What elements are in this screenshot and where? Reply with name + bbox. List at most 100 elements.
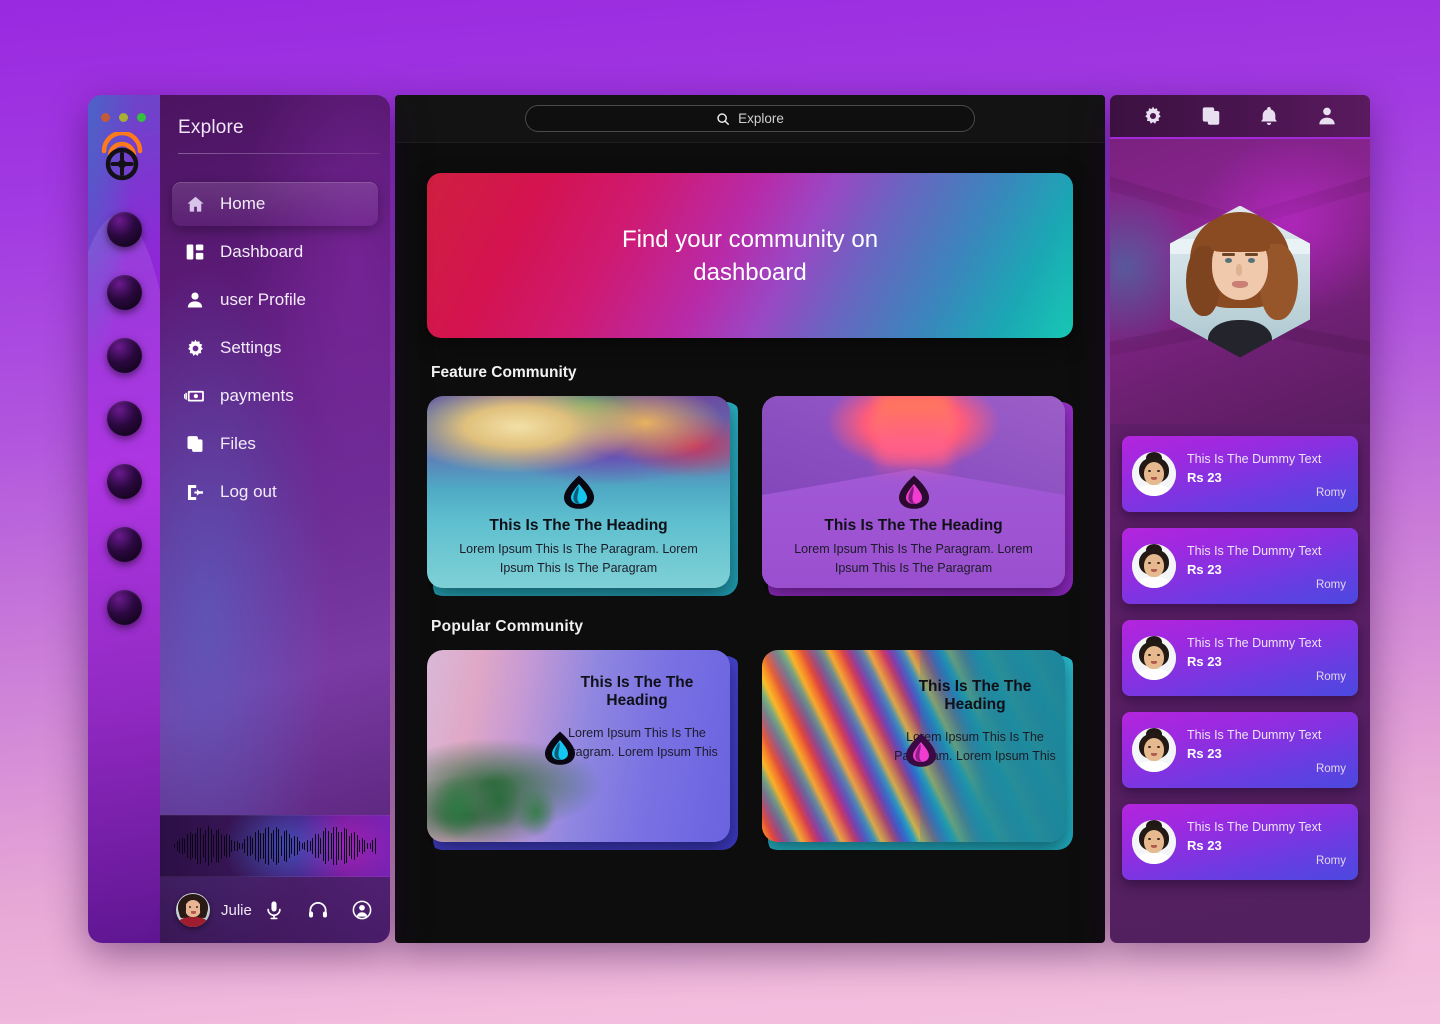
community-card[interactable]: This Is The The Heading Lorem Ipsum This… (427, 396, 738, 596)
waveform-bar (213, 835, 214, 857)
rail-dot[interactable] (106, 590, 142, 625)
waveform-bar (265, 827, 266, 865)
waveform-bar (226, 833, 227, 859)
waveform-bar (348, 835, 350, 857)
waveform-bar (275, 826, 277, 866)
waveform-bar (294, 836, 295, 856)
divider (178, 153, 380, 154)
sidebar-item-files[interactable]: Files (172, 422, 378, 466)
waveform-bar (320, 837, 321, 855)
headphones-icon[interactable] (307, 899, 329, 921)
waveform-bar (364, 839, 366, 853)
waveform-bar (262, 833, 264, 859)
home-icon (184, 193, 206, 215)
waveform-bar (361, 838, 363, 854)
community-badge-magenta-icon (897, 474, 931, 510)
card-description: Lorem Ipsum This Is The Paragram. Lorem … (794, 542, 1033, 575)
sidebar-item-label: Dashboard (220, 242, 304, 261)
search-input[interactable]: Explore (525, 105, 975, 132)
list-item[interactable]: This Is The Dummy Text Rs 23 Romy (1122, 712, 1358, 788)
waveform-bar (273, 830, 274, 862)
rail-dot[interactable] (106, 338, 142, 373)
top-bar: Explore (395, 95, 1105, 143)
item-title: This Is The Dummy Text (1187, 544, 1322, 558)
list-item[interactable]: This Is The Dummy Text Rs 23 Romy (1122, 620, 1358, 696)
waveform-bar (200, 828, 201, 864)
waveform-bar (280, 835, 282, 857)
list-item[interactable]: This Is The Dummy Text Rs 23 Romy (1122, 528, 1358, 604)
hero-banner: Find your community on dashboard (427, 173, 1073, 338)
sidebar-panel: Explore Home Dashboard user Profile Sett… (160, 95, 390, 943)
avatar (1132, 820, 1176, 864)
community-card[interactable]: This Is The The Heading Lorem Ipsum This… (762, 650, 1073, 850)
person-icon[interactable] (1316, 105, 1338, 127)
profile-hero (1110, 139, 1370, 424)
card-heading: This Is The The Heading (489, 517, 668, 534)
sidebar-item-logout[interactable]: Log out (172, 470, 378, 514)
gear-icon (184, 337, 206, 359)
avatar (1132, 636, 1176, 680)
rail-dot[interactable] (106, 212, 142, 247)
copy-icon[interactable] (1200, 105, 1222, 127)
microphone-icon[interactable] (263, 899, 285, 921)
list-item[interactable]: This Is The Dummy Text Rs 23 Romy (1122, 436, 1358, 512)
gear-icon[interactable] (1142, 105, 1164, 127)
waveform-bar (288, 834, 290, 858)
waveform-bar (359, 840, 360, 852)
logout-icon (184, 481, 206, 503)
app-window: Explore Home Dashboard user Profile Sett… (88, 95, 1370, 943)
rail-dot[interactable] (106, 401, 142, 436)
waveform-bar (291, 838, 293, 854)
window-traffic-lights[interactable] (88, 103, 160, 122)
footer-user-name: Julie (221, 901, 252, 919)
close-button[interactable] (101, 113, 110, 122)
community-card[interactable]: This Is The The Heading Lorem Ipsum This… (762, 396, 1073, 596)
item-price: Rs 23 (1187, 470, 1222, 485)
search-text: Explore (738, 111, 784, 126)
sidebar-window: Explore Home Dashboard user Profile Sett… (88, 95, 390, 943)
sidebar-item-settings[interactable]: Settings (172, 326, 378, 370)
sidebar-item-label: Files (220, 434, 256, 453)
waveform-bar (312, 837, 313, 855)
waveform-bar (299, 841, 300, 851)
waveform-bar (239, 842, 240, 850)
community-card[interactable]: This Is The The Heading Lorem Ipsum This… (427, 650, 738, 850)
minimize-button[interactable] (119, 113, 128, 122)
rail-dot[interactable] (106, 464, 142, 499)
waveform-bar (367, 842, 368, 850)
sidebar-item-home[interactable]: Home (172, 182, 378, 226)
waveform-bar (333, 827, 334, 865)
rail-dot[interactable] (106, 275, 142, 310)
dashboard-icon (184, 241, 206, 263)
sidebar-menu: Home Dashboard user Profile Settings pay… (160, 182, 390, 815)
waveform-bar (202, 833, 204, 859)
sidebar-item-payments[interactable]: payments (172, 374, 378, 418)
left-rail (88, 95, 160, 943)
section-title-popular: Popular Community (431, 618, 584, 635)
rail-dot[interactable] (106, 527, 142, 562)
waveform-bar (304, 842, 306, 850)
sidebar-item-dashboard[interactable]: Dashboard (172, 230, 378, 274)
waveform-bar (335, 826, 337, 866)
waveform-bar (231, 839, 233, 853)
waveform-bar (356, 835, 358, 857)
avatar (1132, 544, 1176, 588)
waveform-bar (307, 840, 308, 852)
waveform-bar (372, 839, 373, 853)
waveform-bar (194, 833, 196, 859)
sidebar-item-user-profile[interactable]: user Profile (172, 278, 378, 322)
item-price: Rs 23 (1187, 746, 1222, 761)
footer-icon-group (263, 899, 379, 921)
bell-icon[interactable] (1258, 105, 1280, 127)
waveform-bar (220, 833, 222, 859)
waveform-bar (278, 829, 279, 863)
list-item[interactable]: This Is The Dummy Text Rs 23 Romy (1122, 804, 1358, 880)
waveform-bar (189, 831, 191, 861)
maximize-button[interactable] (137, 113, 146, 122)
account-icon[interactable] (351, 899, 373, 921)
files-icon (184, 433, 206, 455)
avatar (176, 893, 210, 927)
item-user: Romy (1315, 579, 1346, 591)
waveform-bar (286, 830, 287, 862)
item-user: Romy (1315, 671, 1346, 683)
